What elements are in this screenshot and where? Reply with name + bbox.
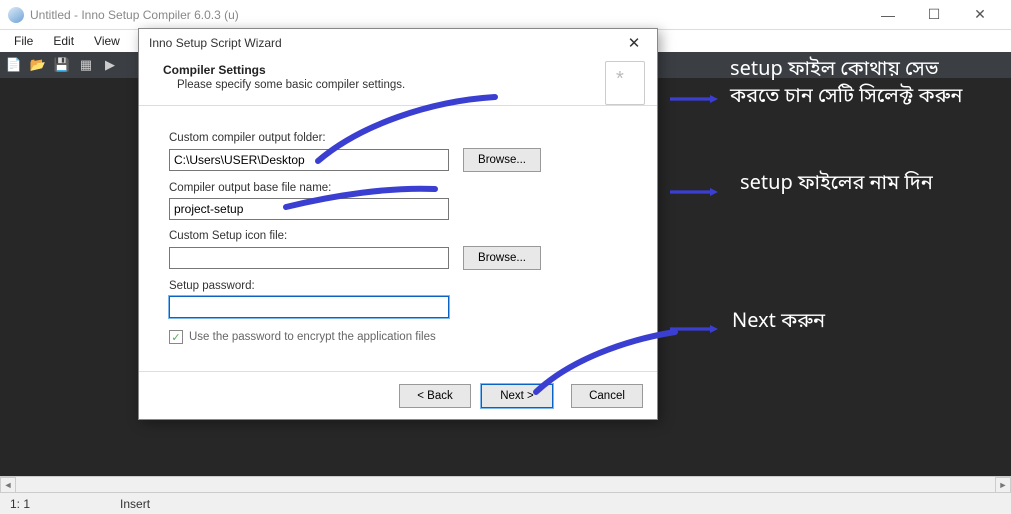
scroll-left-icon[interactable]: ◄ bbox=[0, 477, 16, 493]
dialog-subtitle: Please specify some basic compiler setti… bbox=[177, 79, 641, 91]
status-bar: 1: 1 Insert bbox=[0, 492, 1011, 514]
password-input[interactable] bbox=[169, 296, 449, 318]
annotation-text-3: Next করুন bbox=[732, 310, 982, 337]
menu-edit[interactable]: Edit bbox=[45, 32, 82, 50]
icon-file-label: Custom Setup icon file: bbox=[169, 230, 631, 242]
encrypt-checkbox[interactable]: ✓ bbox=[169, 330, 183, 344]
annotation-text-2: setup ফাইলের নাম দিন bbox=[740, 172, 990, 199]
window-controls: — ☐ ✕ bbox=[865, 0, 1003, 30]
new-icon[interactable]: 📄 bbox=[4, 55, 24, 75]
compile-icon[interactable]: ▶ bbox=[100, 55, 120, 75]
edit-mode: Insert bbox=[120, 497, 150, 511]
window-title: Untitled - Inno Setup Compiler 6.0.3 (u) bbox=[30, 8, 239, 22]
wizard-decor-icon bbox=[605, 61, 645, 105]
dialog-close-button[interactable]: ✕ bbox=[621, 30, 647, 56]
app-icon bbox=[8, 7, 24, 23]
open-icon[interactable]: 📂 bbox=[28, 55, 48, 75]
annotation-arrow-2 bbox=[664, 183, 724, 191]
icon-file-input[interactable] bbox=[169, 247, 449, 269]
menu-view[interactable]: View bbox=[86, 32, 128, 50]
annotation-text-1: setup ফাইল কোথায় সেভ করতে চান সেটি সিলে… bbox=[730, 58, 990, 112]
scroll-right-icon[interactable]: ► bbox=[995, 477, 1011, 493]
annotation-curve-1 bbox=[310, 95, 510, 190]
annotation-curve-2 bbox=[280, 185, 440, 220]
dialog-section-title: Compiler Settings bbox=[163, 63, 266, 77]
dialog-title-bar: Inno Setup Script Wizard ✕ bbox=[139, 29, 657, 57]
annotation-arrow-3 bbox=[664, 320, 724, 328]
title-bar: Untitled - Inno Setup Compiler 6.0.3 (u)… bbox=[0, 0, 1011, 30]
menu-file[interactable]: File bbox=[6, 32, 41, 50]
close-button[interactable]: ✕ bbox=[957, 0, 1003, 30]
minimize-button[interactable]: — bbox=[865, 0, 911, 30]
annotation-curve-3 bbox=[530, 330, 680, 405]
cursor-position: 1: 1 bbox=[10, 497, 30, 511]
encrypt-checkbox-label: Use the password to encrypt the applicat… bbox=[189, 331, 436, 343]
save-icon[interactable]: 💾 bbox=[52, 55, 72, 75]
back-button[interactable]: < Back bbox=[399, 384, 471, 408]
dialog-title: Inno Setup Script Wizard bbox=[149, 36, 282, 50]
modules-icon[interactable]: ▦ bbox=[76, 55, 96, 75]
password-label: Setup password: bbox=[169, 280, 631, 292]
browse-icon-button[interactable]: Browse... bbox=[463, 246, 541, 270]
maximize-button[interactable]: ☐ bbox=[911, 0, 957, 30]
annotation-arrow-1 bbox=[664, 90, 724, 98]
horizontal-scrollbar[interactable]: ◄ ► bbox=[0, 476, 1011, 492]
